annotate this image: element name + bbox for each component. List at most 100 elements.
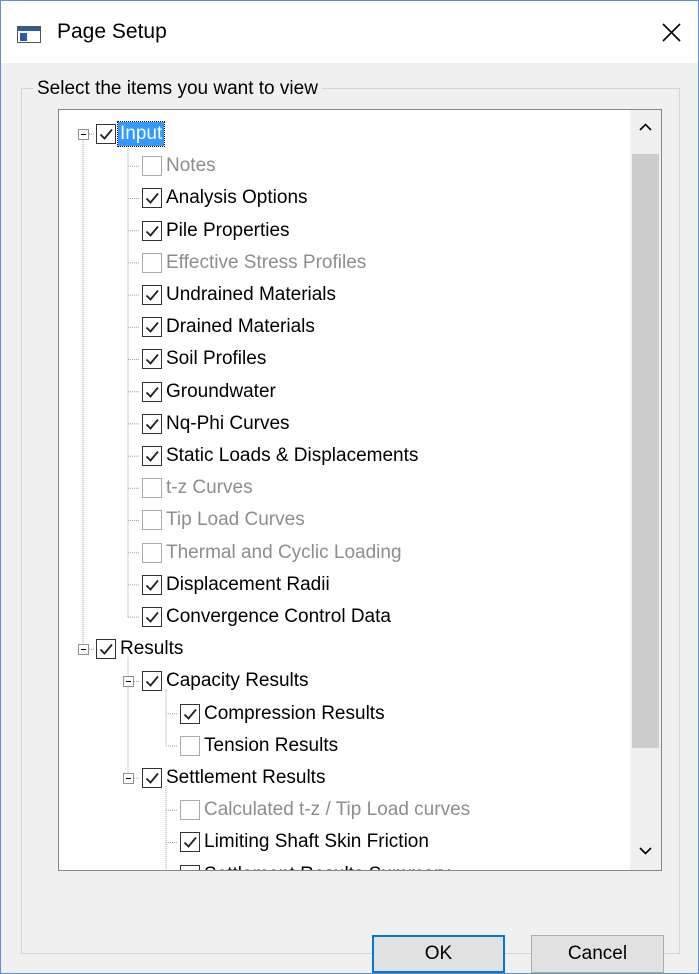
tree-item[interactable]: Static Loads & Displacements — [142, 440, 420, 472]
tree-item[interactable]: Notes — [142, 150, 218, 182]
tree-item[interactable]: Soil Profiles — [142, 343, 268, 375]
tree-item-label: Results — [120, 638, 184, 660]
tree-item-checkbox[interactable] — [142, 768, 162, 788]
tree-item-checkbox[interactable] — [142, 478, 162, 499]
tree-item[interactable]: Pile Properties — [142, 215, 292, 247]
tree-item-label: Analysis Options — [166, 187, 308, 209]
tree-item-checkbox[interactable] — [142, 413, 162, 434]
tree-item[interactable]: Nq-Phi Curves — [142, 408, 292, 440]
title-bar[interactable]: Page Setup — [1, 1, 698, 63]
tree-item-checkbox[interactable] — [142, 446, 162, 466]
checkmark-icon — [145, 579, 159, 591]
page-setup-dialog: Page Setup Select the items you want to … — [0, 0, 699, 974]
scrollbar-thumb[interactable] — [632, 154, 659, 748]
close-button[interactable] — [651, 15, 691, 51]
tree-item-checkbox[interactable] — [142, 317, 162, 338]
checkmark-icon — [145, 289, 159, 301]
tree-item[interactable]: Calculated t-z / Tip Load curves — [180, 794, 472, 826]
checkmark-icon — [183, 837, 197, 849]
checkmark-icon — [99, 128, 113, 140]
tree-item-label: Notes — [166, 155, 216, 177]
tree-item-checkbox[interactable] — [142, 188, 162, 209]
tree-item[interactable]: Effective Stress Profiles — [142, 247, 368, 279]
tree-item-checkbox[interactable] — [142, 381, 162, 402]
tree-item[interactable]: Settlement Results Summary — [180, 859, 452, 870]
scroll-up-button[interactable] — [630, 112, 661, 142]
checkmark-icon — [145, 676, 159, 688]
checkmark-icon — [145, 418, 159, 430]
collapse-toggle-icon[interactable] — [123, 676, 134, 687]
tree-item-label: Groundwater — [166, 380, 276, 402]
groupbox-label: Select the items you want to view — [33, 78, 322, 100]
tree-item-checkbox[interactable] — [142, 510, 162, 531]
tree-item-checkbox[interactable] — [96, 124, 116, 144]
tree-item-label: Capacity Results — [166, 670, 309, 692]
tree-item-label: Compression Results — [204, 702, 385, 724]
tree-item[interactable]: Analysis Options — [142, 182, 310, 214]
cancel-button[interactable]: Cancel — [531, 935, 664, 973]
tree-item-checkbox[interactable] — [142, 607, 162, 627]
ok-button[interactable]: OK — [372, 935, 505, 973]
tree-item-label: Undrained Materials — [166, 284, 337, 305]
tree-item-checkbox[interactable] — [180, 703, 200, 724]
tree-item-checkbox[interactable] — [142, 156, 162, 177]
tree-item[interactable]: Groundwater — [142, 376, 278, 408]
tree-item-label: t-z Curves — [166, 477, 253, 499]
checkmark-icon — [145, 322, 159, 334]
tree-item-checkbox[interactable] — [180, 864, 200, 870]
chevron-up-icon — [639, 123, 652, 131]
tree-item-label: Input — [116, 121, 166, 147]
tree-item-label: Limiting Shaft Skin Friction — [204, 831, 429, 853]
tree-item[interactable]: Undrained Materials — [142, 279, 338, 311]
tree-item-checkbox[interactable] — [180, 832, 200, 853]
tree-item[interactable]: Tension Results — [180, 730, 340, 762]
tree-item-checkbox[interactable] — [142, 671, 162, 692]
tree-item-checkbox[interactable] — [180, 735, 200, 756]
checkmark-icon — [145, 225, 159, 237]
tree-item[interactable]: Tip Load Curves — [142, 504, 307, 536]
tree-item-label: Drained Materials — [166, 316, 315, 338]
collapse-toggle-icon[interactable] — [78, 643, 89, 655]
tree-item-label: Soil Profiles — [166, 348, 267, 370]
checkmark-icon — [145, 386, 159, 398]
tree-item[interactable]: Thermal and Cyclic Loading — [142, 537, 404, 569]
tree-item-checkbox[interactable] — [180, 800, 200, 821]
checkmark-icon — [145, 354, 159, 366]
checkmark-icon — [183, 708, 197, 720]
tree-item[interactable]: Input — [96, 118, 166, 150]
scroll-down-button[interactable] — [630, 836, 661, 866]
tree-item-label: Thermal and Cyclic Loading — [166, 541, 402, 563]
tree-item[interactable]: Settlement Results — [142, 762, 327, 794]
tree-item[interactable]: Convergence Control Data — [142, 601, 393, 633]
tree-item-label: Displacement Radii — [166, 573, 330, 595]
tree-item-label: Nq-Phi Curves — [166, 412, 290, 434]
tree-item[interactable]: t-z Curves — [142, 472, 255, 504]
items-tree-view[interactable]: Input Notes Analysis Options Pile Propertie… — [58, 109, 662, 871]
checkmark-icon — [145, 193, 159, 205]
tree-item-label: Tension Results — [204, 734, 339, 756]
tree-item-checkbox[interactable] — [142, 542, 162, 563]
tree-item-checkbox[interactable] — [96, 639, 116, 660]
tree-item-label: Convergence Control Data — [166, 606, 391, 627]
tree-item[interactable]: Capacity Results — [142, 665, 311, 697]
tree-item-checkbox[interactable] — [142, 252, 162, 273]
checkmark-icon — [145, 611, 159, 623]
collapse-toggle-icon[interactable] — [78, 128, 89, 140]
tree-item-label: Effective Stress Profiles — [166, 251, 367, 273]
checkmark-icon — [145, 772, 159, 784]
tree-item[interactable]: Limiting Shaft Skin Friction — [180, 826, 431, 858]
tree-item-checkbox[interactable] — [142, 220, 162, 241]
tree-item-label: Tip Load Curves — [166, 509, 305, 531]
tree-item[interactable]: Displacement Radii — [142, 569, 332, 601]
tree-item-checkbox[interactable] — [142, 574, 162, 595]
checkmark-icon — [99, 644, 113, 656]
tree-item-label: Static Loads & Displacements — [166, 445, 419, 466]
tree-item-label: Pile Properties — [166, 219, 290, 241]
tree-item[interactable]: Results — [96, 633, 185, 665]
collapse-toggle-icon[interactable] — [123, 772, 134, 784]
dialog-title: Page Setup — [57, 20, 167, 43]
tree-item-checkbox[interactable] — [142, 349, 162, 370]
tree-item[interactable]: Drained Materials — [142, 311, 317, 343]
tree-item[interactable]: Compression Results — [180, 698, 387, 730]
tree-item-checkbox[interactable] — [142, 285, 162, 305]
